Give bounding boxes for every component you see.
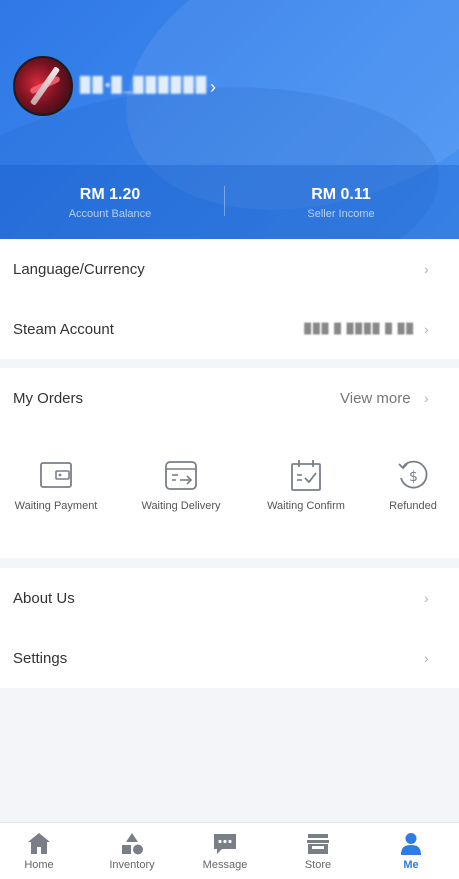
balance-bar: RM 1.20 Account Balance RM 0.11 Seller I…: [0, 165, 459, 239]
seller-income-value: RM 0.11: [311, 186, 371, 203]
chevron-right-icon: ›: [424, 590, 429, 606]
refund-icon: $: [398, 460, 428, 489]
username[interactable]: ▉▉•▉_▉▉▉▉▉▉: [80, 76, 208, 96]
waiting-confirm-button[interactable]: Waiting Confirm: [250, 458, 362, 512]
chevron-right-icon[interactable]: ›: [210, 77, 216, 98]
nav-inventory[interactable]: Inventory: [87, 823, 177, 879]
refunded-label: Refunded: [389, 500, 437, 512]
account-balance-value: RM 1.20: [79, 186, 141, 203]
waiting-confirm-label: Waiting Confirm: [267, 500, 345, 512]
nav-home-label: Home: [24, 859, 54, 871]
my-orders-header[interactable]: My Orders View more ›: [0, 368, 459, 428]
delivery-icon: [165, 461, 197, 490]
message-icon: [214, 834, 236, 854]
order-status-grid: Waiting Payment Waiting Delivery Waiting…: [0, 458, 459, 528]
account-balance[interactable]: RM 1.20 Account Balance: [0, 165, 220, 239]
nav-me[interactable]: Me: [366, 823, 456, 879]
svg-text:$: $: [409, 469, 418, 485]
person-icon: [401, 833, 421, 855]
language-currency-row[interactable]: Language/Currency ›: [0, 239, 459, 299]
more-settings-card: About Us › Settings ›: [0, 568, 459, 688]
nav-me-label: Me: [403, 859, 419, 871]
chevron-right-icon: ›: [424, 650, 429, 666]
nav-store-label: Store: [304, 859, 332, 871]
chevron-right-icon: ›: [424, 321, 429, 337]
chevron-right-icon: ›: [424, 261, 429, 277]
about-us-row[interactable]: About Us ›: [0, 568, 459, 628]
bottom-nav: Home Inventory Message Store Me: [0, 822, 459, 879]
settings-label: Settings: [13, 649, 68, 667]
nav-message[interactable]: Message: [180, 823, 270, 879]
about-us-label: About Us: [13, 589, 75, 607]
waiting-delivery-button[interactable]: Waiting Delivery: [125, 458, 237, 512]
view-more-link[interactable]: View more: [340, 390, 411, 407]
steam-account-row[interactable]: Steam Account ▉▉▉ ▉ ▉▉▉▉ ▉ ▉▉ ›: [0, 299, 459, 359]
avatar[interactable]: [13, 56, 73, 116]
waiting-payment-label: Waiting Payment: [14, 500, 98, 512]
settings-row[interactable]: Settings ›: [0, 628, 459, 688]
language-currency-label: Language/Currency: [13, 260, 145, 278]
seller-income-label: Seller Income: [307, 208, 375, 220]
waiting-payment-button[interactable]: Waiting Payment: [0, 458, 112, 512]
nav-inventory-label: Inventory: [109, 859, 155, 871]
wallet-icon: [40, 462, 72, 488]
nav-store[interactable]: Store: [273, 823, 363, 879]
calendar-check-icon: [291, 460, 321, 491]
my-orders-title: My Orders: [13, 389, 84, 407]
store-icon: [307, 834, 329, 854]
nav-message-label: Message: [202, 859, 248, 871]
steam-account-label: Steam Account: [13, 320, 114, 338]
seller-income[interactable]: RM 0.11 Seller Income: [231, 165, 451, 239]
waiting-delivery-label: Waiting Delivery: [141, 500, 221, 512]
refunded-button[interactable]: $ Refunded: [357, 458, 459, 512]
home-icon: [28, 833, 50, 854]
divider: [224, 186, 225, 216]
inventory-icon: [122, 833, 143, 855]
nav-home[interactable]: Home: [0, 823, 84, 879]
account-settings-card: Language/Currency › Steam Account ▉▉▉ ▉ …: [0, 239, 459, 359]
account-balance-label: Account Balance: [68, 208, 152, 220]
chevron-right-icon: ›: [424, 390, 429, 406]
steam-account-value: ▉▉▉ ▉ ▉▉▉▉ ▉ ▉▉: [304, 323, 415, 335]
